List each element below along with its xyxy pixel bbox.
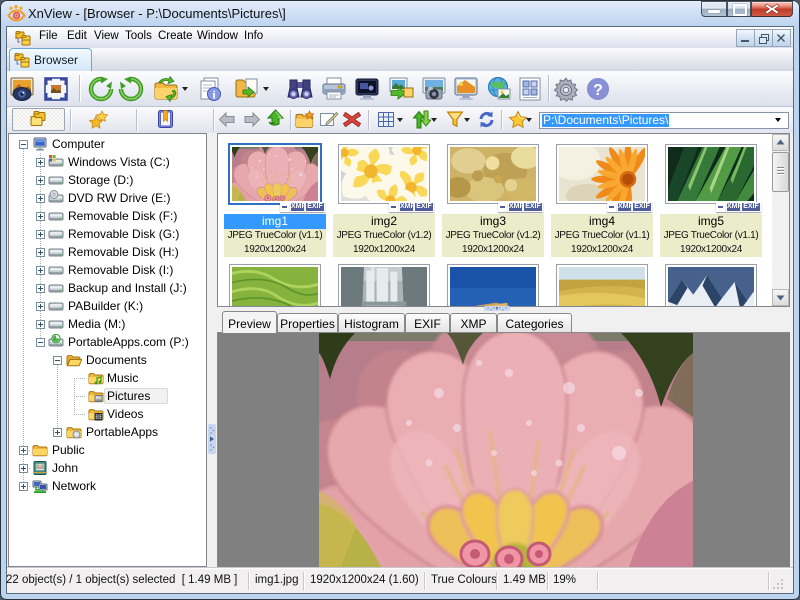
svg-text:?: ? xyxy=(593,82,603,99)
